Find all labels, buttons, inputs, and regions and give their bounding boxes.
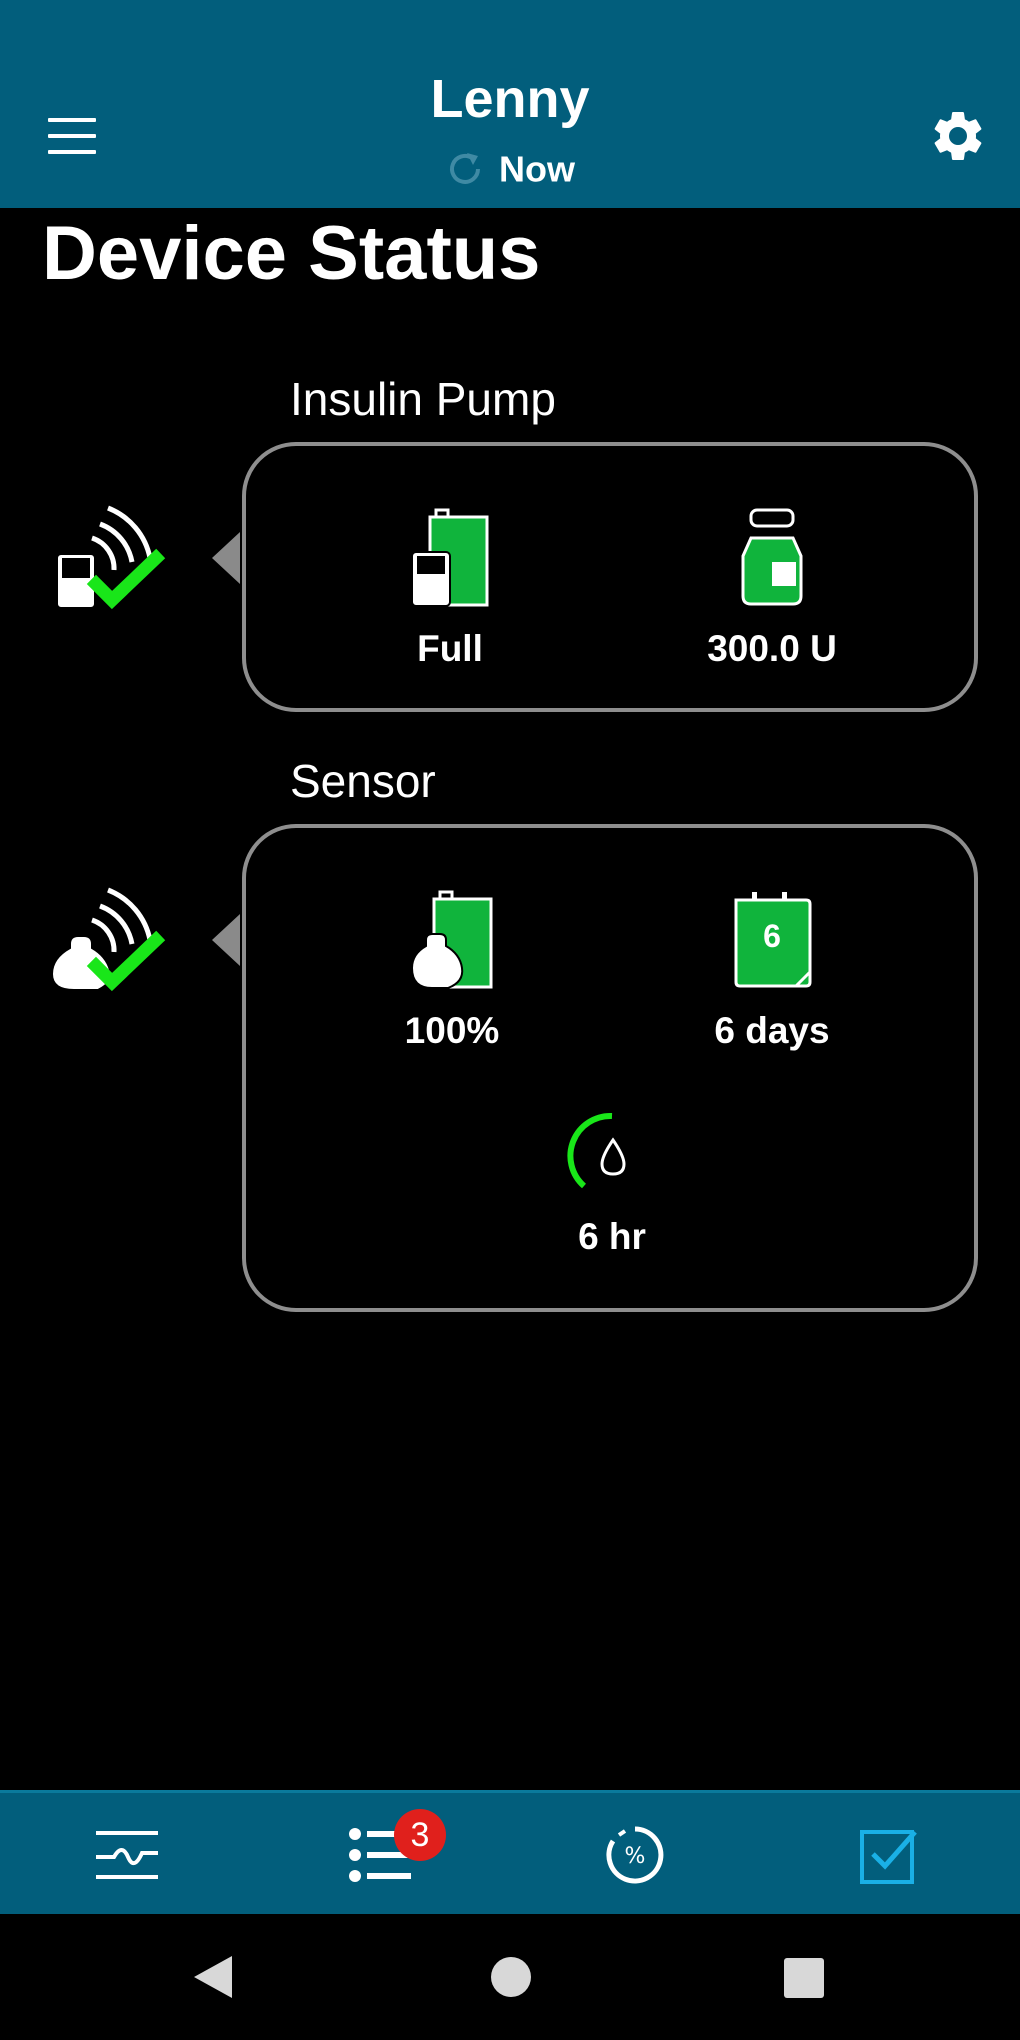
checkbox-icon xyxy=(860,1830,917,1884)
pump-reservoir-label: 300.0 U xyxy=(707,628,837,669)
insulin-reservoir-icon xyxy=(741,508,803,606)
settings-button[interactable] xyxy=(928,106,988,166)
pump-connected-check-icon xyxy=(56,505,166,610)
pump-battery: Full xyxy=(350,508,550,670)
card-pointer xyxy=(212,532,240,584)
recents-square-icon xyxy=(784,1958,824,1998)
sensor-battery: 100% xyxy=(352,890,552,1052)
sensor-life-label: 6 days xyxy=(714,1010,830,1051)
sensor-calibration: 6 hr xyxy=(512,1104,712,1258)
percent-circle-icon: % xyxy=(606,1826,664,1884)
insulin-pump-card[interactable]: Full 300.0 U xyxy=(242,442,978,712)
gear-icon xyxy=(934,111,982,160)
app-header: Lenny Now xyxy=(0,0,1020,208)
page-title: Device Status xyxy=(42,211,541,296)
glucose-graph-icon xyxy=(96,1831,158,1879)
sensor-life: 6 6 days xyxy=(672,890,872,1052)
sensor-battery-icon xyxy=(410,890,493,989)
sensor-card[interactable]: 100% 6 6 days 6 hr xyxy=(242,824,978,1312)
menu-icon-line xyxy=(48,134,96,138)
bottom-nav: 3 % xyxy=(0,1790,1020,1914)
home-circle-icon xyxy=(491,1957,531,1997)
notification-badge: 3 xyxy=(394,1809,446,1861)
nav-graph[interactable] xyxy=(0,1793,254,1917)
refresh-icon xyxy=(450,153,480,185)
sensor-calibration-label: 6 hr xyxy=(578,1216,646,1257)
sensor-battery-label: 100% xyxy=(404,1010,500,1051)
calendar-day-number: 6 xyxy=(763,918,781,954)
card-pointer xyxy=(212,914,240,966)
patient-name: Lenny xyxy=(430,69,590,129)
nav-status[interactable] xyxy=(762,1793,1016,1917)
sync-status-text: Now xyxy=(499,148,575,190)
system-recents-button[interactable] xyxy=(768,1942,838,2012)
calibration-timer-icon xyxy=(567,1112,626,1189)
insulin-pump-label: Insulin Pump xyxy=(290,373,556,425)
back-triangle-icon xyxy=(194,1956,232,1998)
sensor-label: Sensor xyxy=(290,755,436,807)
sync-status[interactable]: Now xyxy=(0,146,1020,190)
pump-reservoir: 300.0 U xyxy=(672,508,872,670)
sensor-connected-check-icon xyxy=(50,887,166,992)
nav-time-in-range[interactable]: % xyxy=(508,1793,762,1917)
system-nav-bar xyxy=(0,1914,1020,2040)
system-home-button[interactable] xyxy=(476,1942,546,2012)
svg-text:%: % xyxy=(625,1844,646,1869)
pump-battery-label: Full xyxy=(417,628,483,669)
system-back-button[interactable] xyxy=(178,1942,248,2012)
nav-notifications[interactable]: 3 xyxy=(254,1793,508,1917)
pump-battery-icon xyxy=(411,508,489,607)
